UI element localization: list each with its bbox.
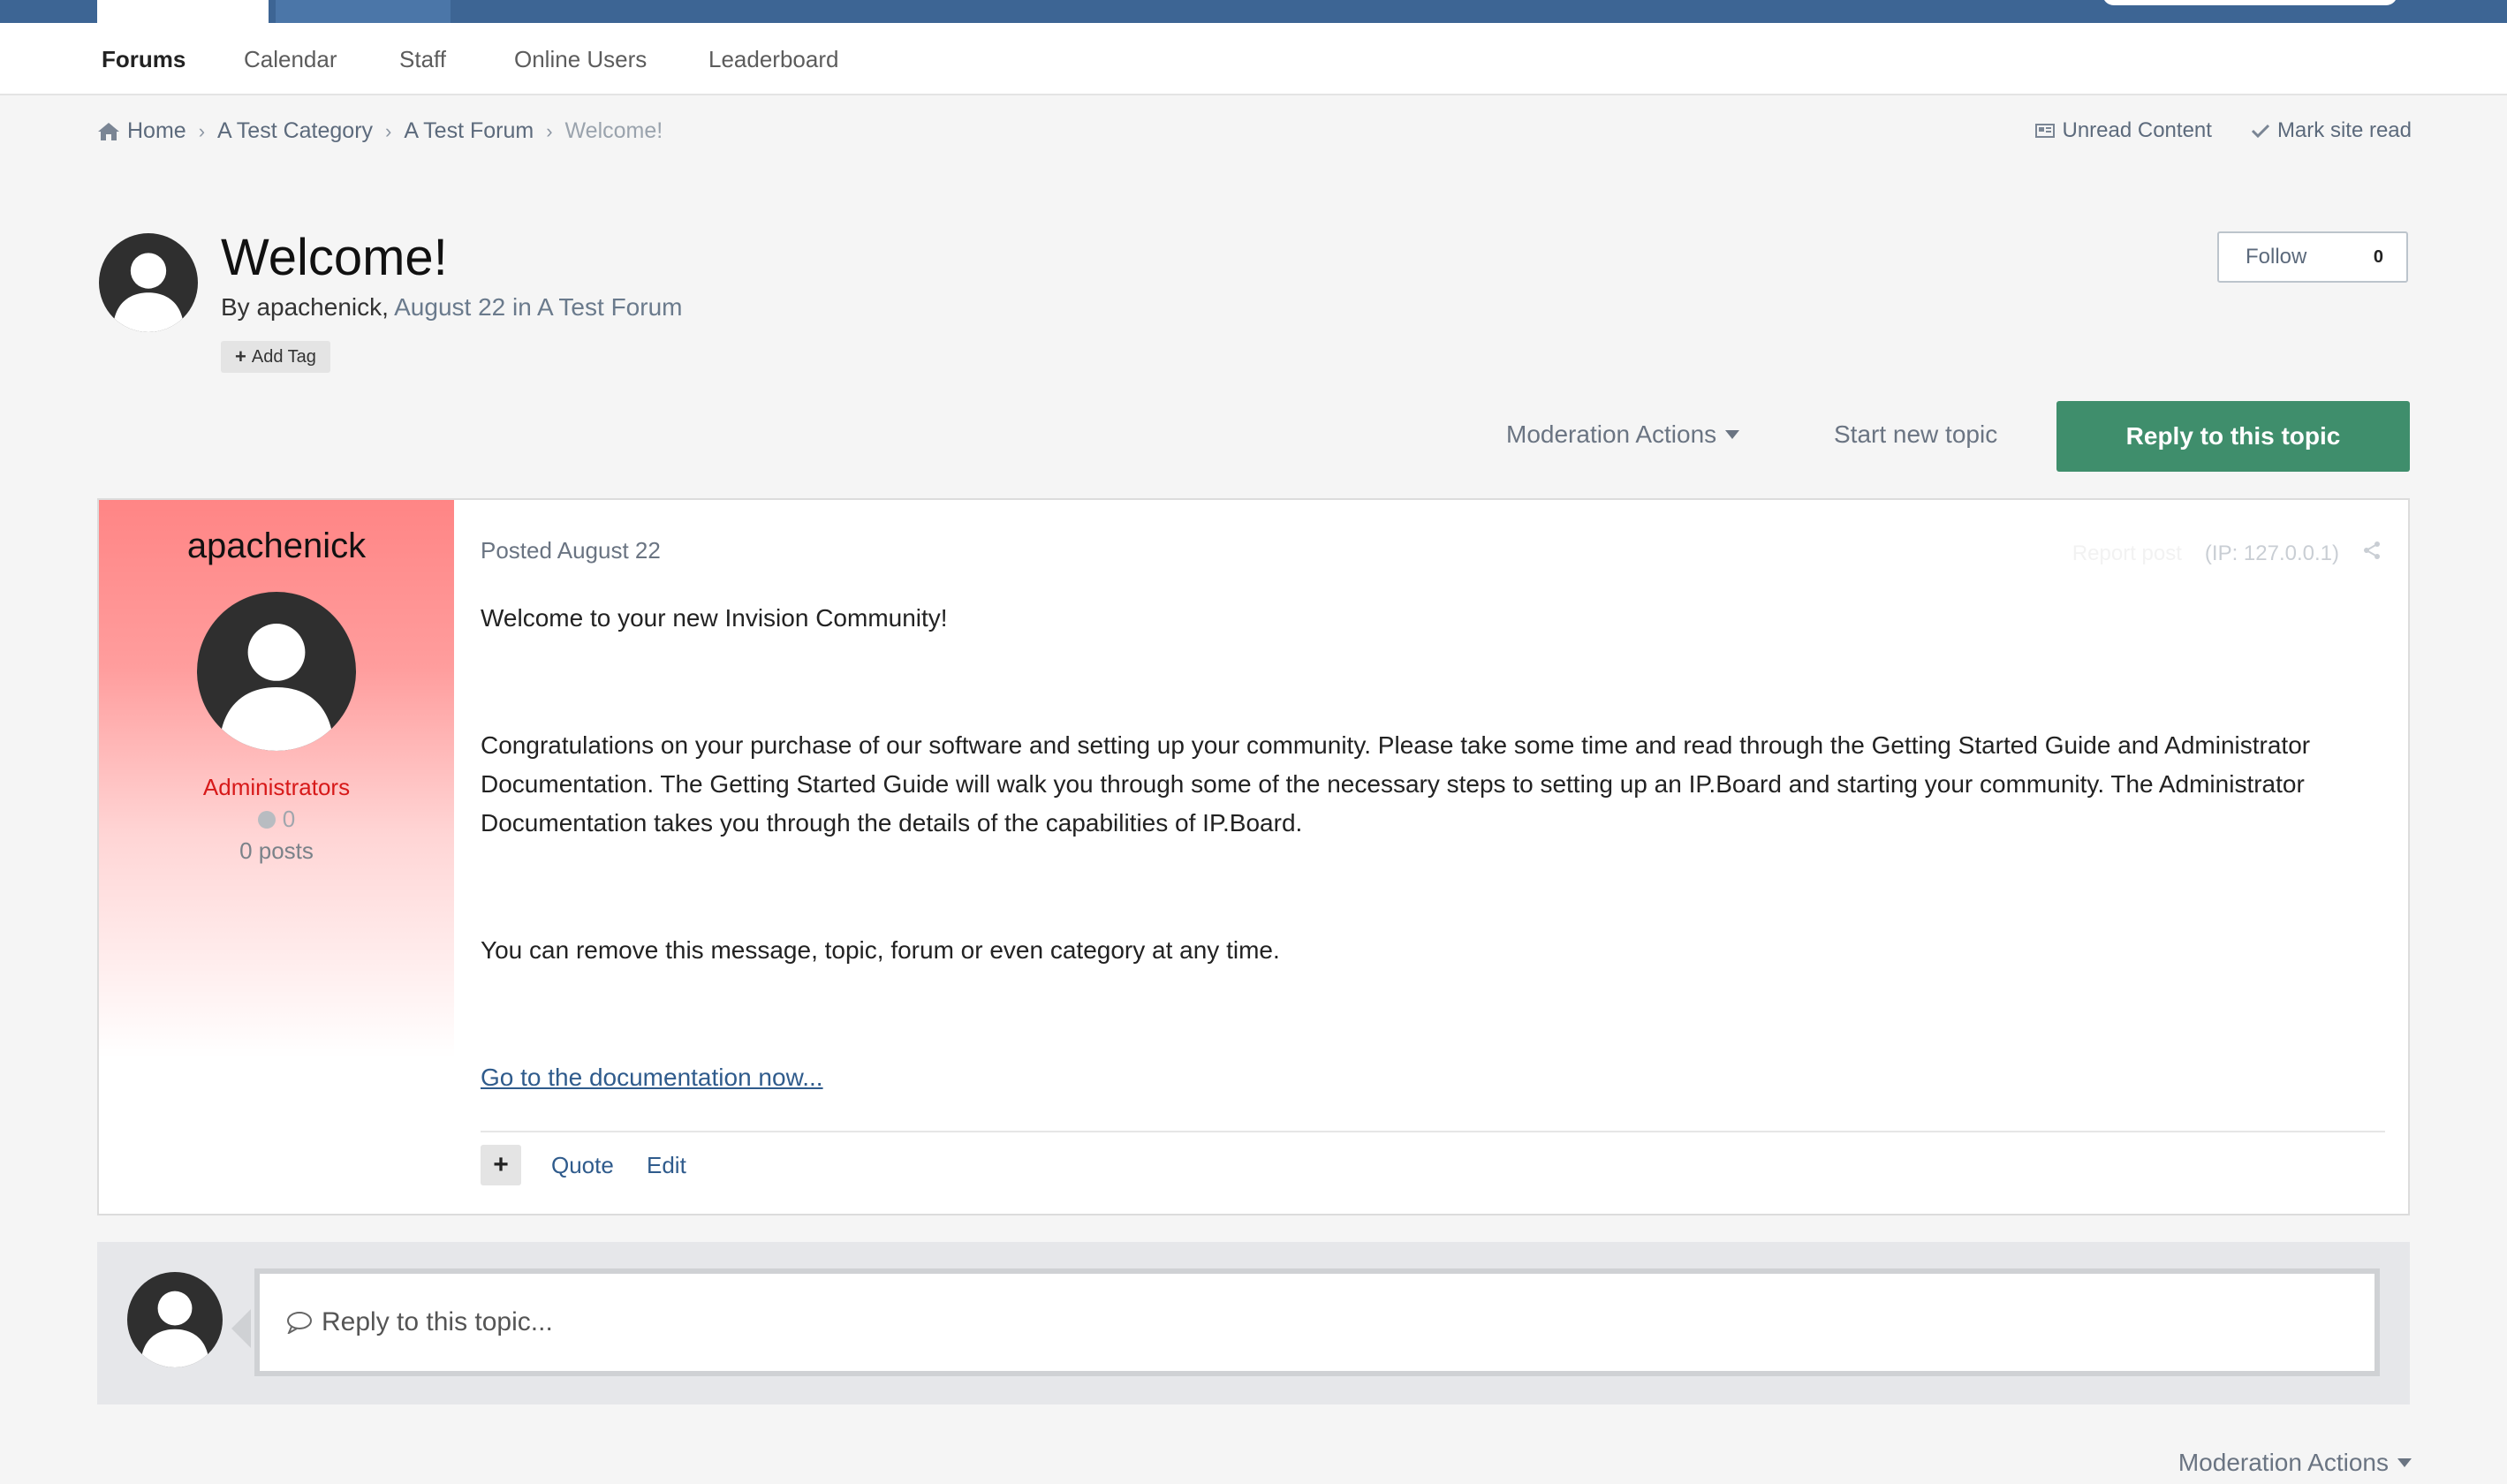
post-author-group: Administrators — [202, 774, 351, 800]
report-post-link[interactable]: Report post — [2072, 541, 2182, 566]
topic-date-forum[interactable]: August 22 in A Test Forum — [394, 293, 682, 321]
top-navigation-bar — [0, 0, 2507, 23]
unread-content-label: Unread Content — [2062, 118, 2212, 142]
post-author-reputation: 0 — [99, 806, 454, 833]
author-link[interactable]: By apachenick, — [221, 293, 389, 321]
post-paragraph: You can remove this message, topic, foru… — [481, 936, 1280, 964]
quick-links: Unread Content Mark site read — [2035, 118, 2412, 143]
moderation-actions-dropdown[interactable]: Moderation Actions — [1506, 420, 1740, 449]
comment-icon — [287, 1312, 312, 1334]
follow-label: Follow — [2246, 245, 2307, 269]
breadcrumb-current: Welcome! — [564, 118, 663, 143]
tab-online-users[interactable]: Online Users — [514, 46, 647, 73]
current-user-avatar[interactable] — [127, 1272, 223, 1367]
page-title: Welcome! — [221, 229, 448, 286]
post-tools: Report post (IP: 127.0.0.1) — [2072, 541, 2382, 566]
moderation-actions-label: Moderation Actions — [2178, 1449, 2389, 1476]
chevron-right-icon: › — [385, 119, 392, 142]
unread-content-link[interactable]: Unread Content — [2035, 118, 2212, 143]
check-icon — [2251, 124, 2269, 139]
caret-down-icon — [1725, 430, 1740, 439]
react-plus-button[interactable]: + — [481, 1145, 521, 1185]
breadcrumb-forum[interactable]: A Test Forum — [404, 118, 534, 144]
search-box[interactable] — [2102, 0, 2397, 5]
breadcrumb-category[interactable]: A Test Category — [217, 118, 373, 144]
plus-icon: + — [493, 1150, 509, 1179]
topic-author-avatar[interactable] — [99, 233, 198, 332]
follow-button[interactable]: Follow 0 — [2217, 231, 2408, 283]
post-content: Welcome to your new Invision Community! … — [481, 599, 2371, 1097]
post-paragraph: Congratulations on your purchase of our … — [481, 731, 2311, 837]
post-author-name[interactable]: apachenick — [99, 526, 454, 566]
divider — [481, 1131, 2385, 1132]
quote-button[interactable]: Quote — [551, 1152, 614, 1179]
quick-reply-area: Reply to this topic... — [97, 1242, 2410, 1404]
moderation-actions-label: Moderation Actions — [1506, 420, 1717, 448]
follow-count: 0 — [2373, 246, 2383, 267]
edit-button[interactable]: Edit — [647, 1152, 686, 1179]
post-author-posts: 0 posts — [239, 837, 314, 864]
post-date[interactable]: Posted August 22 — [481, 537, 661, 564]
start-new-topic-button[interactable]: Start new topic — [1834, 420, 1997, 449]
tab-calendar[interactable]: Calendar — [244, 46, 337, 73]
add-tag-button[interactable]: + Add Tag — [221, 341, 330, 373]
post-author-avatar[interactable] — [197, 592, 356, 751]
primary-tab-active[interactable] — [97, 0, 269, 23]
tab-staff[interactable]: Staff — [399, 46, 446, 73]
mark-site-read-label: Mark site read — [2276, 118, 2412, 142]
documentation-link[interactable]: Go to the documentation now... — [481, 1064, 823, 1091]
chevron-right-icon: › — [546, 119, 553, 142]
reply-to-topic-button[interactable]: Reply to this topic — [2056, 401, 2410, 472]
tab-forums[interactable]: Forums — [102, 46, 186, 73]
tab-leaderboard[interactable]: Leaderboard — [708, 46, 838, 73]
topic-byline: By apachenick, August 22 in A Test Forum — [221, 293, 682, 322]
newspaper-icon — [2035, 124, 2056, 138]
home-icon — [97, 121, 120, 142]
post: apachenick Administrators 0 0 posts Post… — [97, 498, 2410, 1215]
post-ip[interactable]: (IP: 127.0.0.1) — [2205, 541, 2339, 566]
post-author-panel: apachenick Administrators 0 0 posts — [99, 500, 454, 1058]
reply-placeholder: Reply to this topic... — [322, 1307, 553, 1336]
moderation-actions-dropdown-bottom[interactable]: Moderation Actions — [2178, 1449, 2412, 1477]
reply-input[interactable]: Reply to this topic... — [254, 1268, 2380, 1376]
share-icon[interactable] — [2362, 541, 2382, 566]
reputation-dot-icon — [257, 810, 276, 829]
reputation-value: 0 — [282, 806, 296, 832]
caret-down-icon — [2397, 1458, 2412, 1467]
breadcrumb-home[interactable]: Home — [127, 118, 186, 144]
chevron-right-icon: › — [198, 119, 206, 142]
reply-pointer — [231, 1309, 251, 1348]
breadcrumb: Home › A Test Category › A Test Forum › … — [97, 118, 663, 144]
secondary-navigation: Forums Calendar Staff Online Users Leade… — [0, 23, 2507, 95]
plus-icon: + — [235, 345, 246, 367]
add-tag-label: Add Tag — [251, 346, 316, 367]
mark-site-read-link[interactable]: Mark site read — [2251, 118, 2412, 143]
post-paragraph: Welcome to your new Invision Community! — [481, 604, 948, 632]
primary-tab-second[interactable] — [276, 0, 451, 23]
